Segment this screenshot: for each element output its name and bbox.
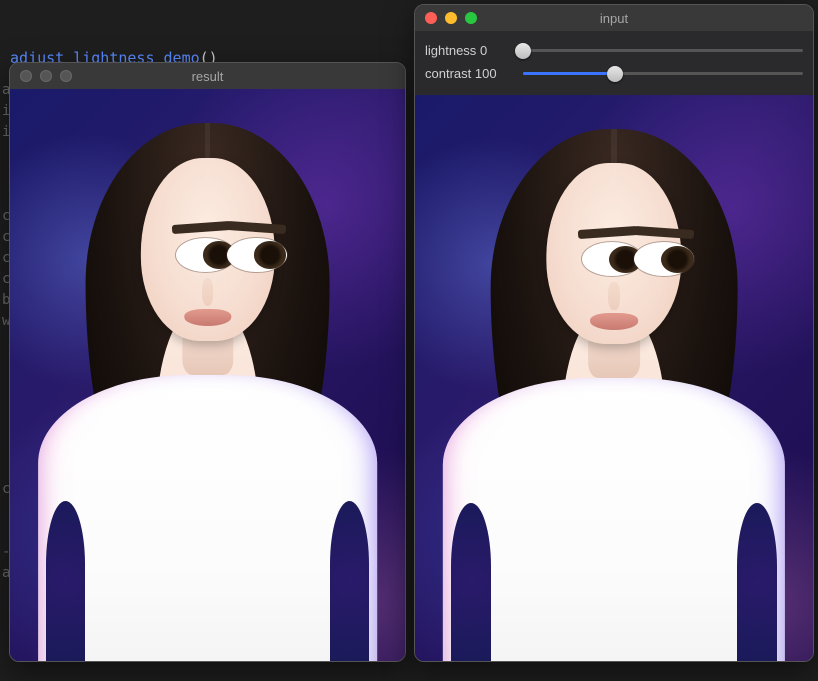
contrast-slider-fill [523,72,615,75]
maximize-icon[interactable] [465,12,477,24]
input-titlebar[interactable]: input [415,5,813,31]
photo-illustration [415,95,813,661]
minimize-icon[interactable] [445,12,457,24]
photo-illustration [10,89,405,661]
lightness-control: lightness 0 [425,39,803,62]
contrast-control: contrast 100 [425,62,803,85]
input-window: input lightness 0 contrast 100 [414,4,814,662]
result-titlebar[interactable]: result [10,63,405,89]
contrast-label: contrast 100 [425,66,515,81]
lightness-slider[interactable] [523,49,803,52]
traffic-lights [415,12,477,24]
result-window: result [9,62,406,662]
close-icon[interactable] [20,70,32,82]
traffic-lights [10,70,72,82]
controls-panel: lightness 0 contrast 100 [415,31,813,95]
minimize-icon[interactable] [40,70,52,82]
contrast-slider[interactable] [523,72,803,75]
close-icon[interactable] [425,12,437,24]
contrast-slider-knob[interactable] [607,66,623,82]
lightness-slider-knob[interactable] [515,43,531,59]
input-image [415,95,813,661]
lightness-label: lightness 0 [425,43,515,58]
result-image [10,89,405,661]
maximize-icon[interactable] [60,70,72,82]
